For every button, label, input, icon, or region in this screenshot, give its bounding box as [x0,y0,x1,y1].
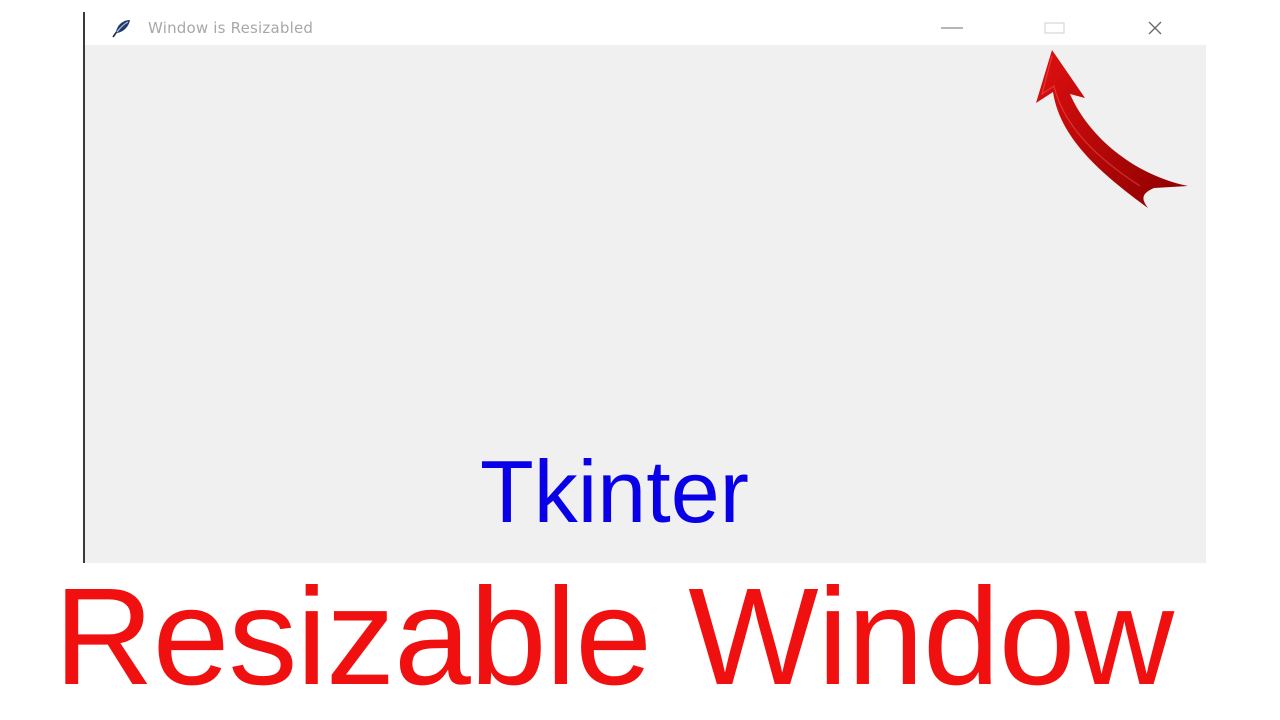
window-title: Window is Resizabled [148,19,314,37]
close-button[interactable] [1133,12,1179,44]
thumbnail-canvas: Window is Resizabled Tkinter Resizable W… [0,0,1280,720]
tk-feather-icon [109,17,135,39]
tkinter-subtitle: Tkinter [480,442,749,541]
close-icon [1148,21,1162,35]
minimize-button[interactable] [929,12,975,44]
maximize-icon [1044,22,1065,34]
resizable-window-headline: Resizable Window [54,560,1174,714]
curved-arrow-icon [1036,50,1188,208]
maximize-button[interactable] [1029,12,1075,44]
title-bar[interactable]: Window is Resizabled [85,12,1206,45]
minimize-icon [941,27,963,29]
